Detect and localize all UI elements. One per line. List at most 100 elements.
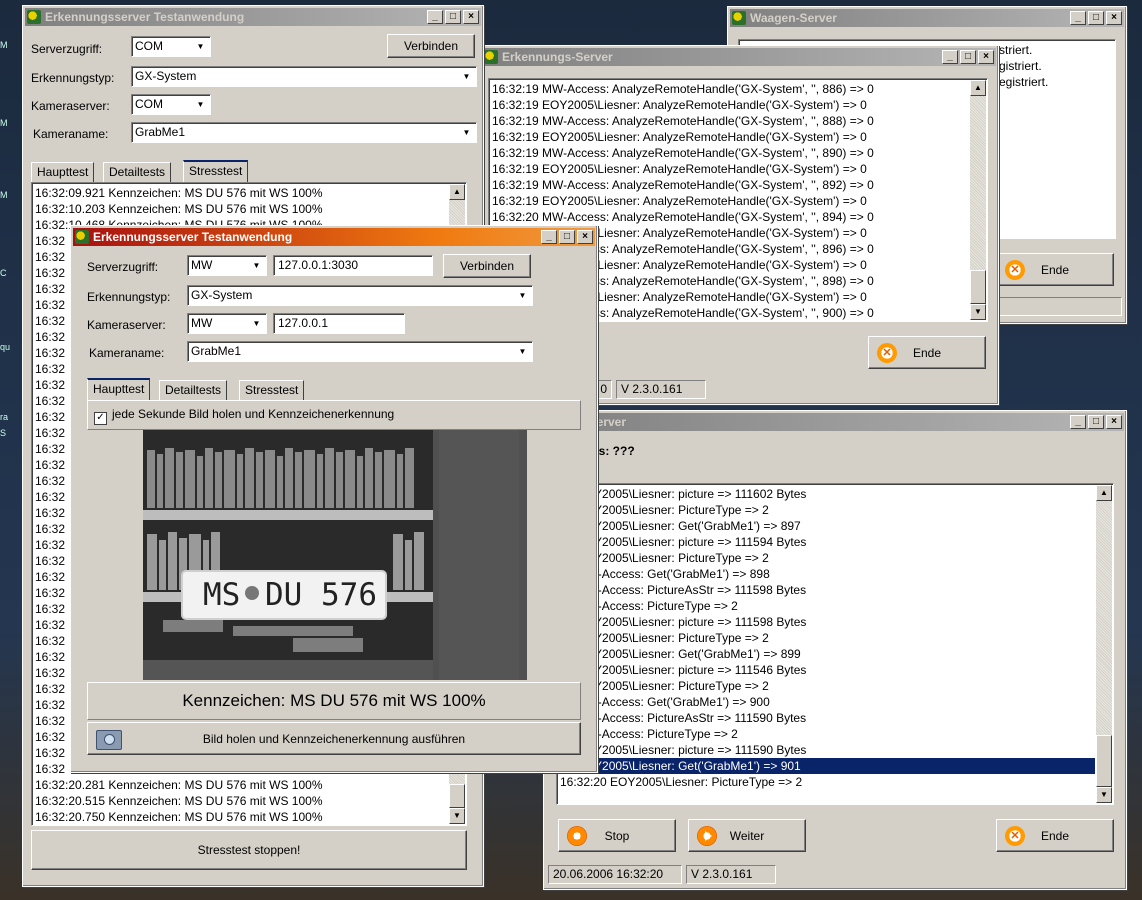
ende-button[interactable]: Ende (996, 253, 1114, 286)
log-line[interactable]: 20 MW-Access: Get('GrabMe1') => 898 (560, 566, 1095, 582)
scroll-up-icon[interactable]: ▲ (449, 184, 465, 200)
log-line[interactable]: 20 EOY2005\Liesner: picture => 111546 By… (560, 662, 1095, 678)
tab-stresstest[interactable]: Stresstest (239, 380, 305, 400)
kameraserver-select[interactable]: COM ▼ (131, 94, 211, 115)
weiter-button[interactable]: Weiter (688, 819, 806, 852)
tab-detailtests[interactable]: Detailtests (159, 380, 228, 400)
bild-holen-button[interactable]: Bild holen und Kennzeichenerkennung ausf… (87, 722, 581, 755)
log-line[interactable]: 16:32:20 EOY2005\Liesner: PictureType =>… (560, 774, 1095, 790)
log-line[interactable]: 16:32:19 EOY2005\Liesner: AnalyzeRemoteH… (492, 193, 969, 209)
log-line[interactable]: 20 EOY2005\Liesner: picture => 111590 By… (560, 742, 1095, 758)
minimize-icon[interactable]: _ (427, 10, 443, 24)
maximize-icon[interactable]: □ (1088, 415, 1104, 429)
log-line[interactable]: 20 MW-Access: PictureAsStr => 111598 Byt… (560, 582, 1095, 598)
minimize-icon[interactable]: _ (1070, 11, 1086, 25)
log-line[interactable]: 16:32:19 MW-Access: AnalyzeRemoteHandle(… (492, 81, 969, 97)
log-line[interactable]: 16:32:19 EOY2005\Liesner: AnalyzeRemoteH… (492, 129, 969, 145)
scroll-down-icon[interactable]: ▼ (449, 808, 465, 824)
snapshot-log[interactable]: 20 EOY2005\Liesner: picture => 111602 By… (556, 483, 1114, 805)
erkennungstyp-label: Erkennungstyp: (31, 71, 115, 85)
log-line[interactable]: 16:32:19 MW-Access: AnalyzeRemoteHandle(… (492, 145, 969, 161)
log-line[interactable]: 20 MW-Access: PictureType => 2 (560, 726, 1095, 742)
log-line[interactable]: 16:32:20.281 Kennzeichen: MS DU 576 mit … (35, 777, 448, 793)
minimize-icon[interactable]: _ (1070, 415, 1086, 429)
log-scrollbar[interactable]: ▲ ▼ (1096, 485, 1112, 803)
scroll-thumb[interactable] (449, 784, 465, 808)
log-line[interactable]: 20 MW-Access: Get('GrabMe1') => 900 (560, 694, 1095, 710)
plate-text-part1: MS (203, 577, 241, 613)
window-title: Waagen-Server (750, 11, 837, 25)
log-line[interactable]: 20 EOY2005\Liesner: PictureType => 2 (560, 678, 1095, 694)
tab-haupttest[interactable]: Haupttest (31, 162, 95, 182)
erkennungstyp-select[interactable]: GX-System ▼ (187, 285, 533, 306)
log-line[interactable]: 20 EOY2005\Liesner: PictureType => 2 (560, 550, 1095, 566)
close-icon[interactable]: × (463, 10, 479, 24)
maximize-icon[interactable]: □ (1088, 11, 1104, 25)
log-line[interactable]: 16:32:10.203 Kennzeichen: MS DU 576 mit … (35, 201, 448, 217)
serverzugriff-select[interactable]: MW ▼ (187, 255, 267, 276)
log-line[interactable]: 16:32:19 MW-Access: AnalyzeRemoteHandle(… (492, 113, 969, 129)
maximize-icon[interactable]: □ (445, 10, 461, 24)
log-line[interactable]: 20 EOY2005\Liesner: Get('GrabMe1') => 89… (560, 518, 1095, 534)
close-circle-icon (1005, 259, 1025, 280)
log-line[interactable]: 20 MW-Access: PictureType => 2 (560, 598, 1095, 614)
kameraname-select[interactable]: GrabMe1 ▼ (187, 341, 533, 362)
maximize-icon[interactable]: □ (960, 50, 976, 64)
log-line[interactable]: 20 EOY2005\Liesner: PictureType => 2 (560, 502, 1095, 518)
close-icon[interactable]: × (978, 50, 994, 64)
log-line[interactable]: 20 EOY2005\Liesner: PictureType => 2 (560, 630, 1095, 646)
log-line[interactable]: 20 EOY2005\Liesner: Get('GrabMe1') => 89… (560, 646, 1095, 662)
waagen-titlebar[interactable]: Waagen-Server _ □ × (730, 9, 1124, 27)
server-address-input[interactable]: 127.0.0.1:3030 (273, 255, 433, 276)
snapshot-titlebar[interactable]: hot-Server _ □ × (546, 413, 1124, 431)
maximize-icon[interactable]: □ (559, 230, 575, 244)
verbinden-button[interactable]: Verbinden (387, 34, 475, 58)
kameraserver-address-input[interactable]: 127.0.0.1 (273, 313, 405, 334)
testanwendung-titlebar[interactable]: Erkennungsserver Testanwendung _ □ × (25, 8, 481, 26)
minimize-icon[interactable]: _ (942, 50, 958, 64)
log-line[interactable]: 16:32:19 EOY2005\Liesner: AnalyzeRemoteH… (492, 97, 969, 113)
log-line[interactable]: 16:32:19 MW-Access: AnalyzeRemoteHandle(… (492, 177, 969, 193)
stop-button[interactable]: Stop (558, 819, 676, 852)
close-icon[interactable]: × (1106, 11, 1122, 25)
stresstest-stoppen-button[interactable]: Stresstest stoppen! (31, 830, 467, 870)
testanwendung-titlebar[interactable]: Erkennungsserver Testanwendung _ □ × (73, 228, 595, 246)
desktop-icon-label: qu (0, 342, 11, 352)
log-line[interactable]: 20 EOY2005\Liesner: picture => 111594 By… (560, 534, 1095, 550)
auto-capture-checkbox[interactable]: ✓ jede Sekunde Bild holen und Kennzeichen… (94, 407, 394, 425)
scroll-up-icon[interactable]: ▲ (970, 80, 986, 96)
erkennungs-titlebar[interactable]: Erkennungs-Server _ □ × (482, 48, 996, 66)
scroll-thumb[interactable] (1096, 735, 1112, 787)
close-icon[interactable]: × (577, 230, 593, 244)
log-line[interactable]: 20 EOY2005\Liesner: Get('GrabMe1') => 90… (560, 758, 1095, 774)
close-circle-icon (1005, 825, 1025, 846)
scroll-down-icon[interactable]: ▼ (1096, 787, 1112, 803)
serverzugriff-select[interactable]: COM ▼ (131, 36, 211, 57)
erkennungstyp-select[interactable]: GX-System ▼ (131, 66, 477, 87)
kameraserver-select[interactable]: MW ▼ (187, 313, 267, 334)
log-line[interactable]: 16:32:19 EOY2005\Liesner: AnalyzeRemoteH… (492, 161, 969, 177)
log-line[interactable]: 20 EOY2005\Liesner: picture => 111602 By… (560, 486, 1095, 502)
log-line[interactable]: 20 MW-Access: PictureAsStr => 111590 Byt… (560, 710, 1095, 726)
log-line[interactable]: 16:32:20.515 Kennzeichen: MS DU 576 mit … (35, 793, 448, 809)
chevron-down-icon: ▼ (462, 128, 471, 137)
minimize-icon[interactable]: _ (541, 230, 557, 244)
kameraname-select[interactable]: GrabMe1 ▼ (131, 122, 477, 143)
tab-detailtests[interactable]: Detailtests (103, 162, 172, 182)
verbinden-button[interactable]: Verbinden (443, 254, 531, 278)
log-line[interactable]: 16:32:20.750 Kennzeichen: MS DU 576 mit … (35, 809, 448, 825)
tab-stresstest[interactable]: Stresstest (183, 160, 249, 182)
log-line: egistriert. (999, 75, 1049, 89)
close-icon[interactable]: × (1106, 415, 1122, 429)
log-line[interactable]: 16:32:20 MW-Access: AnalyzeRemoteHandle(… (492, 209, 969, 225)
log-line[interactable]: 20 EOY2005\Liesner: picture => 111598 By… (560, 614, 1095, 630)
ende-button[interactable]: Ende (868, 336, 986, 369)
license-plate: MS DU 576 (183, 572, 385, 618)
scroll-thumb[interactable] (970, 270, 986, 304)
tab-haupttest[interactable]: Haupttest (87, 378, 151, 400)
log-line[interactable]: 16:32:09.921 Kennzeichen: MS DU 576 mit … (35, 185, 448, 201)
scroll-up-icon[interactable]: ▲ (1096, 485, 1112, 501)
ende-button[interactable]: Ende (996, 819, 1114, 852)
log-scrollbar[interactable]: ▲ ▼ (970, 80, 986, 320)
scroll-down-icon[interactable]: ▼ (970, 304, 986, 320)
